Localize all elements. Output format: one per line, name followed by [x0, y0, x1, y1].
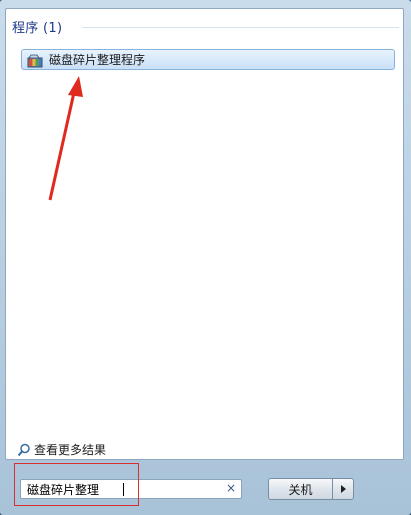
shutdown-options-button[interactable]	[333, 478, 354, 500]
disk-defragmenter-icon	[27, 53, 43, 67]
programs-section-header: 程序 (1)	[12, 21, 63, 36]
search-box[interactable]: ×	[20, 479, 242, 499]
magnifier-icon	[17, 443, 31, 457]
see-more-results-label: 查看更多结果	[34, 443, 107, 457]
shutdown-controls: 关机	[268, 478, 354, 500]
section-divider	[82, 27, 399, 28]
search-results-panel	[5, 8, 404, 460]
result-item-disk-defragmenter[interactable]: 磁盘碎片整理程序	[21, 49, 395, 70]
text-caret	[123, 483, 124, 496]
triangle-right-icon	[340, 485, 346, 493]
shutdown-button[interactable]: 关机	[268, 478, 333, 500]
start-menu: 程序 (1) 磁盘碎片整理程序 查看更多结果 磁盘碎片整理 × 关机	[0, 0, 411, 515]
see-more-results-link[interactable]: 查看更多结果	[17, 441, 106, 458]
search-input[interactable]	[21, 480, 217, 498]
result-item-label: 磁盘碎片整理程序	[49, 53, 146, 67]
clear-search-icon[interactable]: ×	[226, 481, 236, 495]
